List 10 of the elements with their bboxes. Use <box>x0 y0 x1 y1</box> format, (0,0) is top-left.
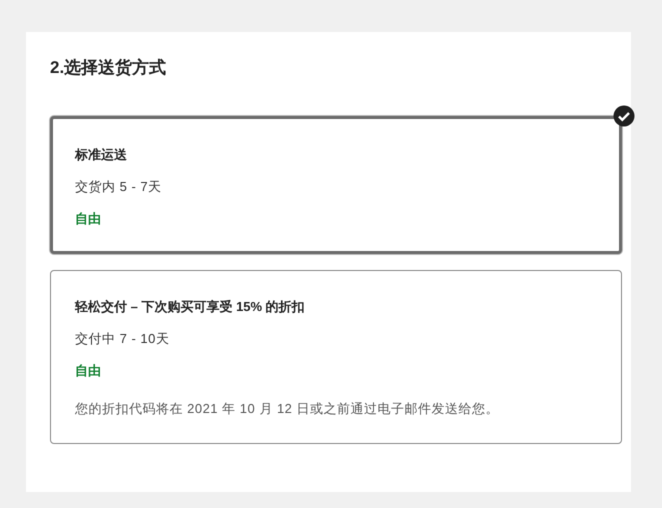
discount-note: 您的折扣代码将在 2021 年 10 月 12 日或之前通过电子邮件发送给您。 <box>75 400 500 418</box>
section-title: 2.选择送货方式 <box>50 57 168 79</box>
shipping-option[interactable]: 轻松交付 – 下次购买可享受 15% 的折扣 交付中 7 - 10天 自由 您的折扣代码将在 2021 年 10 月 12 日或之前通过电子邮件发送给您。 <box>50 270 622 444</box>
delivery-time: 交货内 5 - 7天 <box>75 178 163 196</box>
shipping-price: 自由 <box>75 362 102 380</box>
shipping-option[interactable]: 标准运送 交货内 5 - 7天 自由 <box>50 116 622 254</box>
delivery-time: 交付中 7 - 10天 <box>75 330 170 348</box>
option-title: 标准运送 <box>75 146 128 164</box>
option-title: 轻松交付 – 下次购买可享受 15% 的折扣 <box>75 298 306 316</box>
shipping-price: 自由 <box>75 210 102 228</box>
